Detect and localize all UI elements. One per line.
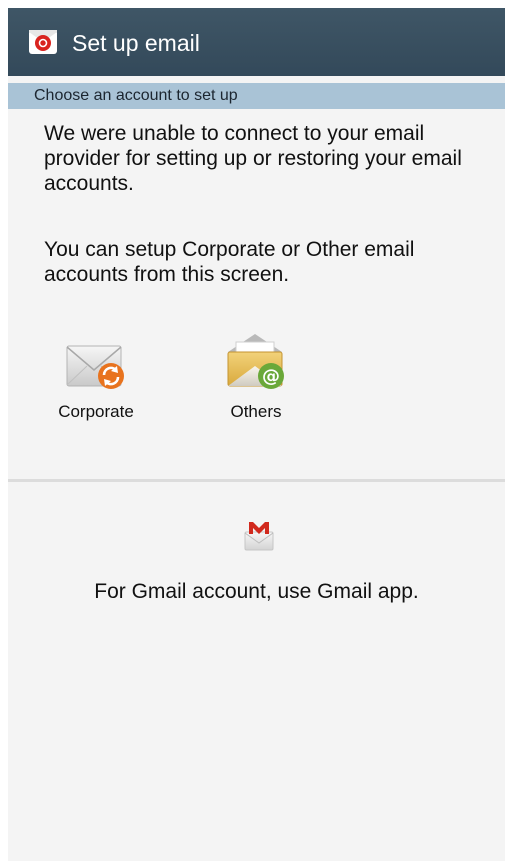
setup-email-screen: Set up email Choose an account to set up… <box>8 8 505 861</box>
page-title: Set up email <box>72 29 200 56</box>
other-email-icon: @ <box>226 330 290 399</box>
corporate-option[interactable]: Corporate <box>41 338 151 438</box>
section-header: Choose an account to set up <box>8 83 505 109</box>
others-option[interactable]: @ Others <box>201 334 311 438</box>
corporate-email-icon <box>65 338 129 399</box>
corporate-option-label: Corporate <box>58 402 134 421</box>
gmail-icon <box>244 518 274 552</box>
section-header-label: Choose an account to set up <box>34 87 238 104</box>
setup-instruction-message: You can setup Corporate or Other email a… <box>44 238 415 286</box>
action-bar: Set up email <box>8 8 505 76</box>
gmail-hint-text: For Gmail account, use Gmail app. <box>94 580 419 603</box>
others-option-label: Others <box>230 402 282 421</box>
divider <box>8 479 505 482</box>
connection-error-message: We were unable to connect to your email … <box>44 122 462 195</box>
svg-text:@: @ <box>262 366 280 387</box>
email-app-icon <box>28 29 58 55</box>
